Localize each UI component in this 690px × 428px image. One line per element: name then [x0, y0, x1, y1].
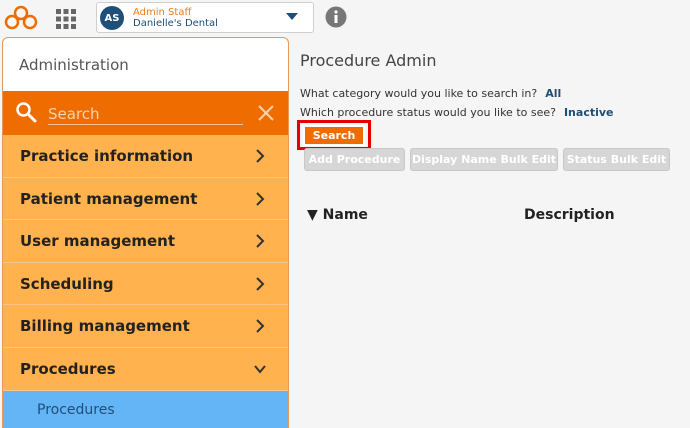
sidebar-item-label: Scheduling: [20, 274, 114, 293]
category-link[interactable]: All: [545, 87, 561, 100]
status-question: Which procedure status would you like to…: [300, 106, 614, 119]
search-button[interactable]: Search: [303, 125, 365, 146]
chevron-right-icon: [256, 319, 265, 334]
avatar: AS: [100, 6, 124, 30]
sidebar-menu: Practice information Patient management …: [3, 135, 288, 391]
column-header-name[interactable]: ▼ Name: [307, 207, 368, 223]
search-button-highlight: Search: [297, 120, 371, 150]
status-link[interactable]: Inactive: [564, 106, 614, 119]
sidebar-search-input[interactable]: [48, 103, 243, 125]
cloud-logo-icon[interactable]: [4, 5, 38, 31]
sidebar-item-user-management[interactable]: User management: [3, 220, 288, 263]
admin-sidebar: Administration Practice information Pati…: [2, 37, 289, 428]
sidebar-title: Administration: [19, 56, 129, 74]
sidebar-item-label: Billing management: [20, 317, 190, 336]
sidebar-item-label: Patient management: [20, 189, 198, 208]
info-icon[interactable]: [325, 6, 347, 28]
chevron-right-icon: [256, 234, 265, 248]
status-question-text: Which procedure status would you like to…: [300, 106, 556, 119]
user-role: Admin Staff: [133, 7, 192, 18]
caret-down-icon[interactable]: [286, 13, 298, 21]
chevron-down-icon: [254, 365, 266, 374]
search-icon: [16, 102, 37, 123]
column-header-description[interactable]: Description: [524, 207, 615, 223]
status-bulk-edit-button[interactable]: Status Bulk Edit: [563, 148, 670, 171]
practice-name: Danielle's Dental: [133, 18, 218, 29]
column-header-name-label: Name: [322, 207, 368, 223]
sidebar-item-patient-management[interactable]: Patient management: [3, 177, 288, 221]
sidebar-item-scheduling[interactable]: Scheduling: [3, 262, 288, 306]
close-icon[interactable]: [257, 104, 275, 122]
chevron-right-icon: [256, 191, 265, 206]
sidebar-item-label: Procedures: [20, 359, 116, 378]
grid-icon[interactable]: [56, 9, 76, 29]
sidebar-item-procedures[interactable]: Procedures: [3, 347, 288, 391]
chevron-right-icon: [256, 149, 265, 163]
sidebar-search-bar: [3, 91, 288, 135]
sort-desc-icon: ▼: [307, 207, 318, 223]
display-name-bulk-edit-button[interactable]: Display Name Bulk Edit: [410, 148, 558, 171]
sidebar-subitem-label: Procedures: [37, 402, 115, 418]
sidebar-item-practice-information[interactable]: Practice information: [3, 135, 288, 178]
sidebar-subitem-procedures[interactable]: Procedures: [3, 391, 288, 428]
chevron-right-icon: [256, 277, 265, 291]
add-procedure-button[interactable]: Add Procedure: [304, 148, 405, 171]
sidebar-item-label: Practice information: [20, 147, 194, 165]
sidebar-item-label: User management: [20, 232, 176, 251]
practice-selector[interactable]: AS Admin Staff Danielle's Dental: [96, 2, 314, 33]
sidebar-item-billing-management[interactable]: Billing management: [3, 305, 288, 348]
category-question-text: What category would you like to search i…: [300, 87, 538, 100]
page-title: Procedure Admin: [300, 51, 437, 70]
category-question: What category would you like to search i…: [300, 87, 561, 100]
